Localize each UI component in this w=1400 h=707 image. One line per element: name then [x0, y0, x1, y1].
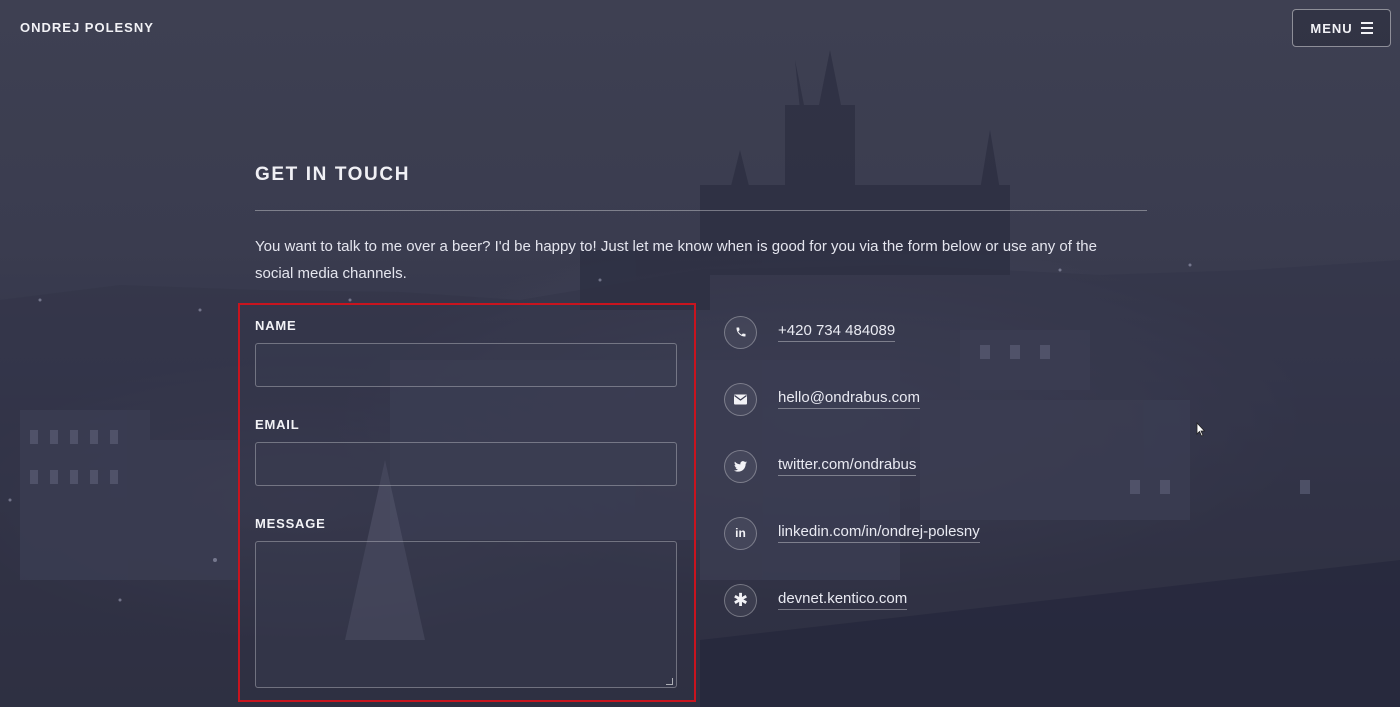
resize-grip-icon[interactable] [666, 678, 673, 685]
linkedin-link[interactable]: linkedin.com/in/ondrej-polesny [778, 523, 980, 543]
menu-label: MENU [1310, 20, 1353, 36]
contact-item-linkedin: in linkedin.com/in/ondrej-polesny [724, 516, 984, 550]
menu-button[interactable]: MENU [1292, 9, 1391, 47]
intro-text: You want to talk to me over a beer? I'd … [255, 238, 1097, 282]
site-brand[interactable]: ONDREJ POLESNY [20, 20, 154, 35]
twitter-link[interactable]: twitter.com/ondrabus [778, 456, 917, 476]
background-photo [0, 0, 1400, 707]
name-input[interactable] [255, 343, 677, 387]
contact-item-phone: +420 734 484089 [724, 315, 984, 349]
contact-item-twitter: twitter.com/ondrabus [724, 449, 984, 483]
email-group: EMAIL [255, 417, 677, 486]
email-label: EMAIL [255, 417, 300, 432]
linkedin-icon: in [724, 516, 757, 550]
name-label: NAME [255, 318, 297, 333]
mouse-cursor-icon [1196, 421, 1206, 442]
contact-item-devnet: ✱ devnet.kentico.com [724, 583, 984, 617]
phone-icon [724, 315, 757, 349]
twitter-icon [724, 449, 757, 483]
message-group: MESSAGE [255, 516, 677, 688]
hamburger-icon [1360, 22, 1373, 34]
message-label: MESSAGE [255, 516, 326, 531]
section-divider [255, 210, 1147, 211]
phone-link[interactable]: +420 734 484089 [778, 322, 896, 342]
envelope-icon [724, 382, 757, 416]
devnet-link[interactable]: devnet.kentico.com [778, 590, 908, 610]
section-title: GET IN TOUCH [255, 164, 411, 185]
name-group: NAME [255, 318, 677, 387]
email-link[interactable]: hello@ondrabus.com [778, 389, 920, 409]
message-textarea[interactable] [255, 541, 677, 688]
email-input[interactable] [255, 442, 677, 486]
contact-item-email: hello@ondrabus.com [724, 382, 984, 416]
asterisk-icon: ✱ [724, 583, 757, 617]
